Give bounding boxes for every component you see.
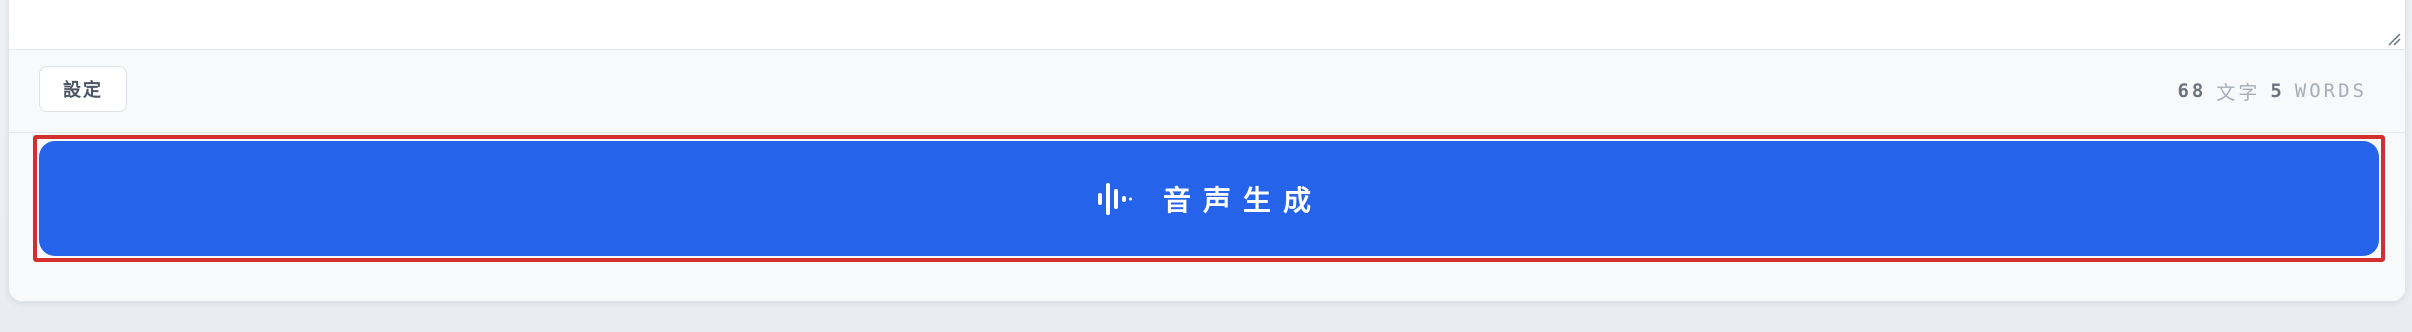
text-input-area[interactable]: [9, 0, 2405, 50]
char-count: 68: [2177, 80, 2207, 102]
text-counter: 68 文字 5 WORDS: [2177, 50, 2367, 132]
editor-toolbar: 設定 68 文字 5 WORDS: [9, 50, 2405, 133]
word-count: 5: [2270, 80, 2285, 102]
word-unit: WORDS: [2294, 80, 2367, 102]
action-area: 音声生成: [9, 133, 2405, 301]
resize-handle-icon[interactable]: [2387, 31, 2401, 46]
settings-button[interactable]: 設定: [39, 66, 127, 112]
highlight-frame: [33, 135, 2385, 262]
editor-card: 設定 68 文字 5 WORDS 音声生成: [8, 0, 2406, 302]
char-unit: 文字: [2216, 81, 2261, 104]
